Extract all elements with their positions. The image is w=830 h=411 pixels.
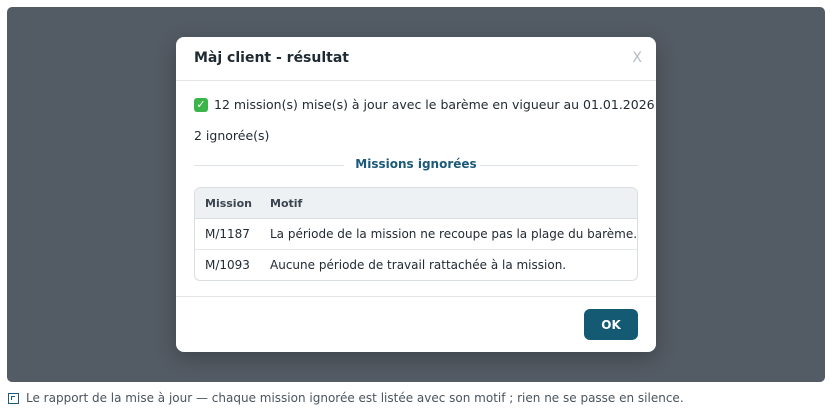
cell-motif: Aucune période de travail rattachée à la…	[270, 258, 567, 272]
column-header-motif: Motif	[270, 197, 303, 210]
dialog-title: Màj client - résultat	[194, 50, 349, 66]
table-row: M/1093 Aucune période de travail rattach…	[195, 250, 637, 280]
caption: Le rapport de la mise à jour — chaque mi…	[8, 391, 684, 405]
ok-button[interactable]: OK	[584, 309, 638, 340]
table-row: M/1187 La période de la mission ne recou…	[195, 219, 637, 250]
caption-text: Le rapport de la mise à jour — chaque mi…	[26, 391, 684, 405]
dialog-footer: OK	[176, 296, 656, 352]
ignored-count: 2 ignorée(s)	[194, 128, 270, 143]
summary-text: 12 mission(s) mise(s) à jour avec le bar…	[214, 97, 656, 112]
cell-motif: La période de la mission ne recoupe pas …	[270, 227, 638, 241]
cell-mission: M/1093	[205, 258, 250, 272]
summary-message: ✓ 12 mission(s) mise(s) à jour avec le b…	[194, 97, 656, 112]
column-header-mission: Mission	[205, 197, 252, 210]
check-icon: ✓	[194, 97, 208, 112]
ignored-missions-table: Mission Motif M/1187 La période de la mi…	[194, 187, 638, 281]
result-dialog: Màj client - résultat X ✓ 12 mission(s) …	[176, 37, 656, 352]
divider-line-right	[480, 165, 638, 166]
dialog-header: Màj client - résultat X	[176, 37, 656, 81]
table-header: Mission Motif	[195, 188, 637, 219]
close-button[interactable]: X	[632, 49, 642, 67]
section-divider: Missions ignorées	[194, 157, 638, 173]
cell-mission: M/1187	[205, 227, 250, 241]
caption-icon	[8, 392, 19, 404]
section-title: Missions ignorées	[355, 157, 477, 171]
